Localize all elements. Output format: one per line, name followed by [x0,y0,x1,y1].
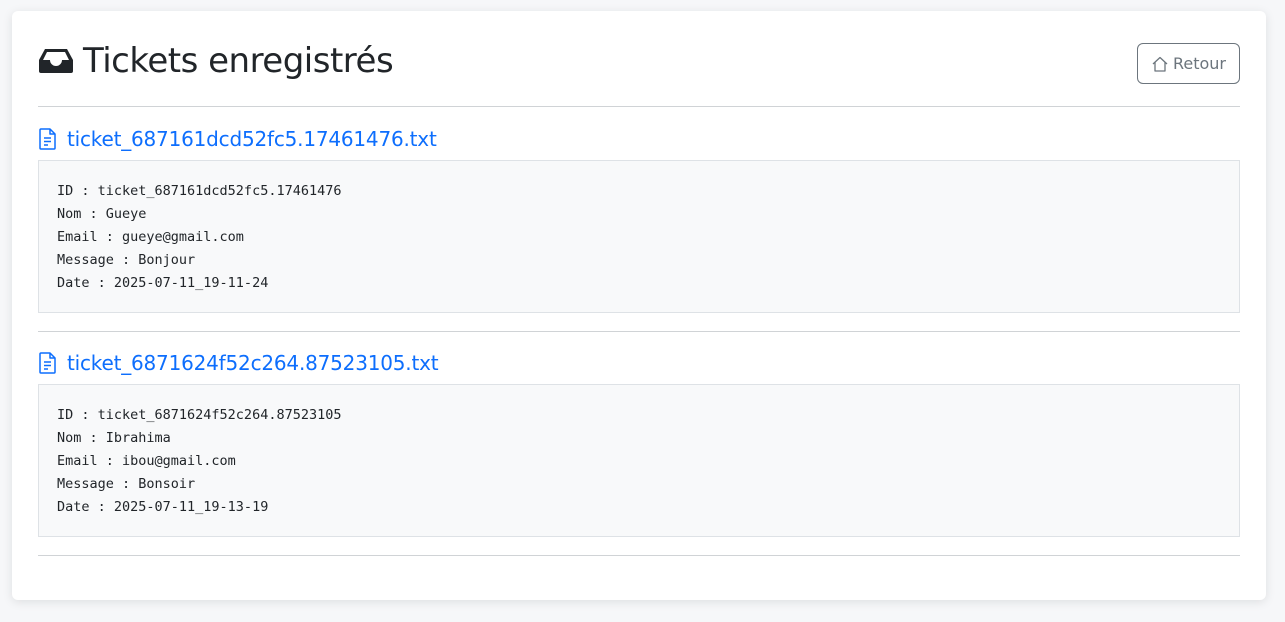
ticket-date-line: Date : 2025-07-11_19-13-19 [57,499,269,515]
ticket-name-line: Nom : Gueye [57,206,147,222]
ticket-heading: ticket_6871624f52c264.87523105.txt [38,350,439,376]
ticket-file-link[interactable]: ticket_687161dcd52fc5.17461476.txt [67,127,437,151]
ticket-date-line: Date : 2025-07-11_19-11-24 [57,275,269,291]
home-icon [1152,56,1168,72]
file-text-icon [39,128,56,150]
page-title: Tickets enregistrés [83,41,394,81]
back-button-label: Retour [1172,54,1227,73]
ticket-content: ID : ticket_6871624f52c264.87523105 Nom … [38,384,1240,537]
ticket-content: ID : ticket_687161dcd52fc5.17461476 Nom … [38,160,1240,313]
ticket-heading: ticket_687161dcd52fc5.17461476.txt [38,126,437,152]
back-button[interactable]: Retour [1137,43,1240,84]
inbox-icon [39,49,73,73]
ticket-email-line: Email : gueye@gmail.com [57,229,244,245]
ticket-id-line: ID : ticket_6871624f52c264.87523105 [57,407,342,423]
ticket-divider [38,331,1240,332]
ticket-message-line: Message : Bonjour [57,252,196,268]
ticket-name-line: Nom : Ibrahima [57,430,171,446]
ticket-email-line: Email : ibou@gmail.com [57,453,236,469]
ticket-divider [38,555,1240,556]
header-divider [38,106,1240,107]
title-wrap: Tickets enregistrés [38,41,394,81]
page-header: Tickets enregistrés Retour [38,41,1240,105]
tickets-card: Tickets enregistrés Retour ticket_687161… [12,11,1266,600]
ticket-file-link[interactable]: ticket_6871624f52c264.87523105.txt [67,351,439,375]
ticket-message-line: Message : Bonsoir [57,476,196,492]
file-text-icon [39,352,56,374]
ticket-id-line: ID : ticket_687161dcd52fc5.17461476 [57,183,342,199]
